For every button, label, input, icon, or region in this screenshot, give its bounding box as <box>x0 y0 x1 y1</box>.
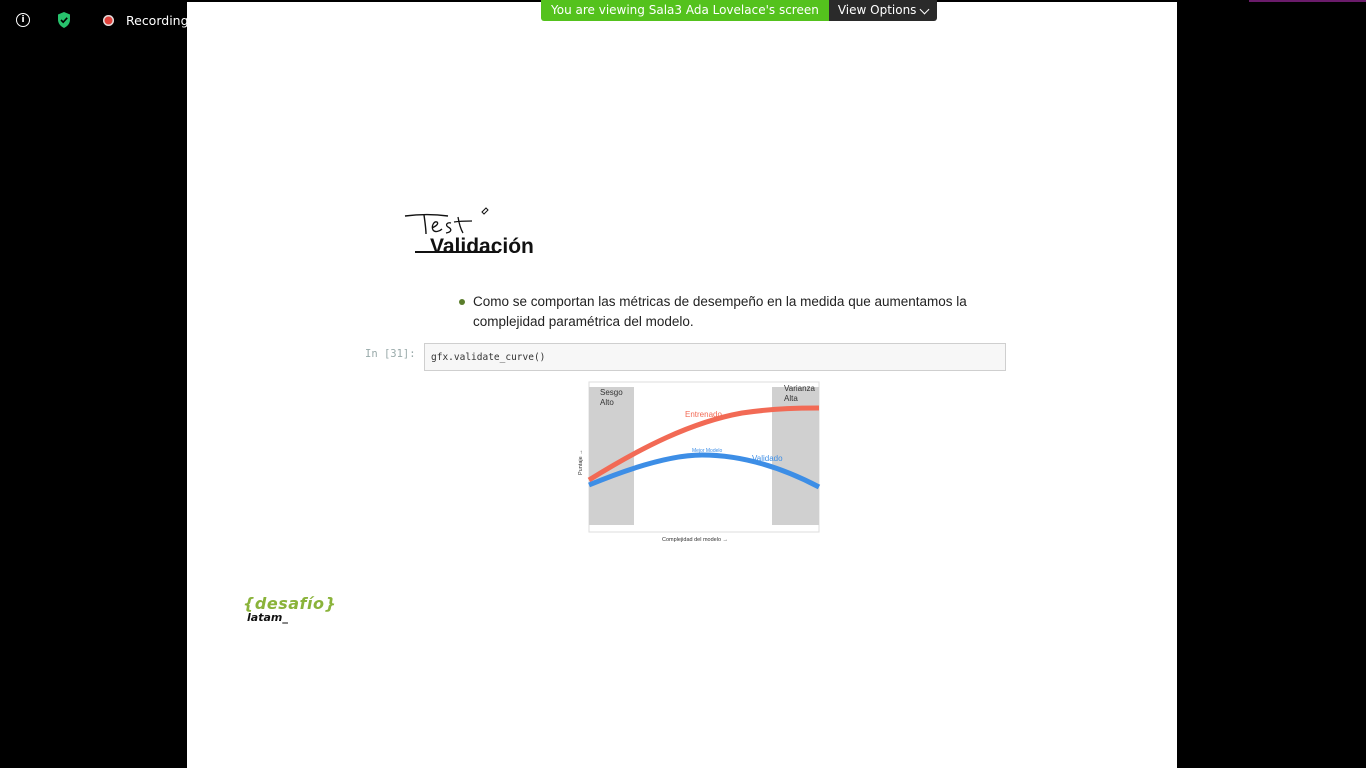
strikethrough-annotation <box>415 251 499 253</box>
share-status-text: You are viewing Sala3 Ada Lovelace's scr… <box>541 0 829 21</box>
code-cell[interactable]: gfx.validate_curve() <box>424 343 1006 371</box>
region-label-sesgo: Sesgo <box>600 388 623 397</box>
validation-curve-chart: Sesgo Alto Varianza Alta Entrenado Valid… <box>578 381 821 543</box>
bullet-text: Como se comportan las métricas de desemp… <box>473 294 967 329</box>
region-label-alto: Alto <box>600 398 614 407</box>
series-label-entrenado: Entrenado <box>685 410 722 419</box>
info-icon[interactable]: i <box>16 13 30 27</box>
series-label-validado: Validado <box>752 454 783 463</box>
annotation-mejor-modelo: Mejor Modelo <box>692 448 723 454</box>
recording-icon <box>103 15 114 26</box>
view-options-button[interactable]: View Options <box>828 0 938 21</box>
desafio-latam-logo: {desafío} latam_ <box>243 594 336 624</box>
shield-icon[interactable] <box>57 12 71 28</box>
shared-slide: Validación Como se comportan las métrica… <box>187 2 1177 768</box>
slide-heading: Validación <box>430 235 534 258</box>
top-accent-bar <box>1249 0 1366 2</box>
y-axis-label: Puntaje → <box>578 449 584 475</box>
code-prompt: In [31]: <box>365 348 416 360</box>
region-label-varianza: Varianza <box>784 384 816 393</box>
recording-label[interactable]: Recording <box>126 13 189 28</box>
code-text: gfx.validate_curve() <box>431 352 546 363</box>
bullet-marker <box>459 299 465 305</box>
screen-share-banner: You are viewing Sala3 Ada Lovelace's scr… <box>541 0 938 21</box>
region-label-alta: Alta <box>784 394 798 403</box>
x-axis-label: Complejidad del modelo → <box>662 537 728 543</box>
view-options-label: View Options <box>837 3 917 17</box>
chevron-down-icon <box>919 4 930 14</box>
